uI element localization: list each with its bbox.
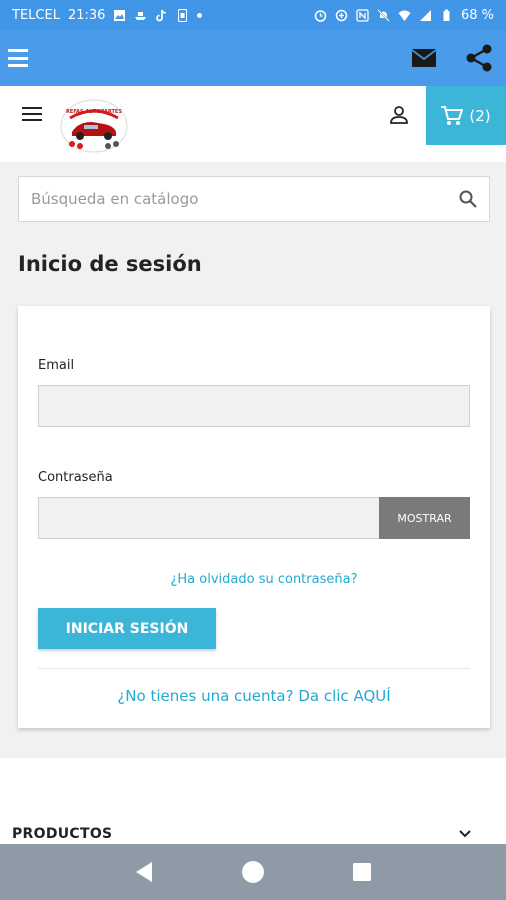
forgot-password-link[interactable]: ¿Ha olvidado su contraseña?: [18, 572, 490, 587]
mute-icon: [377, 8, 390, 22]
products-label: PRODUCTOS: [12, 826, 113, 842]
status-bar: TELCEL 21:36 68 %: [0, 0, 506, 30]
gallery-icon: [114, 9, 126, 21]
password-field[interactable]: [39, 498, 379, 538]
mail-icon[interactable]: [412, 49, 436, 67]
store-logo[interactable]: REFAS AUTOPARTES: [58, 98, 130, 154]
boat-icon: [135, 11, 147, 20]
sim-icon: [178, 8, 188, 22]
battery-icon: [443, 9, 450, 21]
wifi-icon: [398, 10, 411, 21]
register-link[interactable]: ¿No tienes una cuenta? Da clic AQUÍ: [18, 687, 490, 705]
home-icon[interactable]: [241, 860, 265, 884]
battery-level-label: 68 %: [460, 7, 494, 23]
system-nav-bar: [0, 844, 506, 900]
email-field-wrapper: [38, 385, 470, 427]
tiktok-icon: [156, 9, 167, 21]
page-title: Inicio de sesión: [18, 252, 202, 276]
notification-dot-icon: [197, 12, 203, 18]
cart-button[interactable]: (2): [426, 86, 506, 145]
password-field-wrapper: [38, 497, 380, 539]
site-menu-icon[interactable]: [22, 107, 42, 121]
clock-label: 21:36: [67, 7, 106, 23]
email-label: Email: [38, 358, 75, 373]
search-icon[interactable]: [459, 190, 477, 208]
login-button[interactable]: INICIAR SESIÓN: [38, 608, 216, 649]
data-saver-icon: [335, 9, 348, 21]
site-header: REFAS AUTOPARTES (2): [0, 86, 506, 162]
user-account-icon[interactable]: [389, 105, 409, 125]
shopping-cart-icon: [441, 105, 464, 125]
recents-icon[interactable]: [352, 862, 372, 882]
share-icon[interactable]: [466, 44, 492, 72]
search-input[interactable]: [31, 190, 459, 208]
hamburger-icon[interactable]: [8, 49, 28, 67]
nfc-icon: [356, 8, 369, 22]
show-password-button[interactable]: MOSTRAR: [379, 497, 470, 539]
login-card: Email Contraseña MOSTRAR ¿Ha olvidado su…: [18, 306, 490, 728]
chevron-down-icon[interactable]: [458, 829, 472, 839]
svg-text:REFAS AUTOPARTES: REFAS AUTOPARTES: [66, 109, 122, 115]
app-toolbar: [0, 30, 506, 86]
products-accordion[interactable]: PRODUCTOS: [12, 826, 472, 842]
alarm-icon: [314, 9, 327, 22]
cart-count: (2): [469, 106, 491, 125]
carrier-label: TELCEL: [12, 7, 60, 23]
email-field[interactable]: [39, 386, 469, 426]
back-icon[interactable]: [134, 861, 154, 883]
signal-icon: [419, 9, 431, 21]
footer-section: PRODUCTOS: [0, 758, 506, 844]
card-divider: [38, 668, 470, 669]
password-label: Contraseña: [38, 470, 113, 485]
catalog-search: [18, 176, 490, 222]
